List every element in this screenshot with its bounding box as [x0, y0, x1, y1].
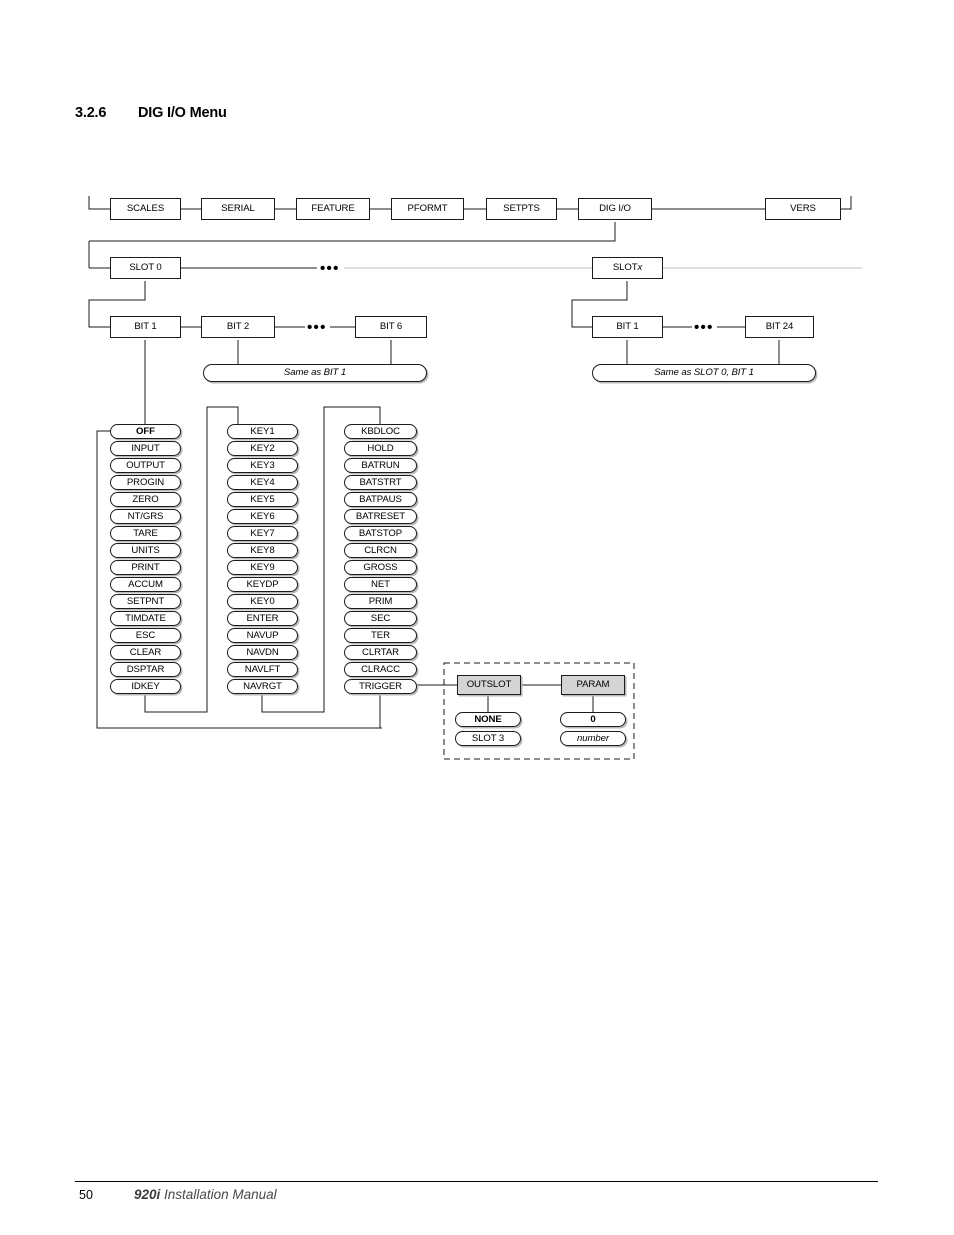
option-col1-4[interactable]: ZERO [110, 492, 181, 507]
option-col2-10[interactable]: KEY0 [227, 594, 298, 609]
option-col1-14[interactable]: DSPTAR [110, 662, 181, 677]
node-outslot[interactable]: OUTSLOT [457, 675, 521, 695]
menu-item-setpts[interactable]: SETPTS [486, 198, 557, 220]
node-bit-6[interactable]: BIT 6 [355, 316, 427, 338]
option-col1-2[interactable]: OUTPUT [110, 458, 181, 473]
menu-item-vers[interactable]: VERS [765, 198, 841, 220]
option-col1-5[interactable]: NT/GRS [110, 509, 181, 524]
option-outslot-1[interactable]: SLOT 3 [455, 731, 521, 746]
option-col2-2[interactable]: KEY3 [227, 458, 298, 473]
option-col1-9[interactable]: ACCUM [110, 577, 181, 592]
slot-row-ellipsis: ••• [320, 260, 340, 277]
note-same-as-bit-1: Same as BIT 1 [203, 364, 427, 382]
option-col1-12[interactable]: ESC [110, 628, 181, 643]
option-col2-11[interactable]: ENTER [227, 611, 298, 626]
footer-manual-title: 920i Installation Manual [134, 1187, 277, 1202]
option-col3-0[interactable]: KBDLOC [344, 424, 417, 439]
node-bit-2[interactable]: BIT 2 [201, 316, 275, 338]
page: 3.2.6 DIG I/O Menu SCALES SERIAL FEATURE… [0, 0, 954, 1235]
option-col1-1[interactable]: INPUT [110, 441, 181, 456]
option-col2-9[interactable]: KEYDP [227, 577, 298, 592]
option-col3-14[interactable]: CLRACC [344, 662, 417, 677]
option-col2-7[interactable]: KEY8 [227, 543, 298, 558]
option-col3-11[interactable]: SEC [344, 611, 417, 626]
option-col1-3[interactable]: PROGIN [110, 475, 181, 490]
option-col3-3[interactable]: BATSTRT [344, 475, 417, 490]
note-same-as-slot-0-bit-1: Same as SLOT 0, BIT 1 [592, 364, 816, 382]
option-col3-1[interactable]: HOLD [344, 441, 417, 456]
option-col3-10[interactable]: PRIM [344, 594, 417, 609]
node-slot-x-prefix: SLOT [612, 262, 638, 274]
footer-manual-label: Installation Manual [164, 1187, 277, 1202]
option-col3-9[interactable]: NET [344, 577, 417, 592]
option-col1-13[interactable]: CLEAR [110, 645, 181, 660]
option-col2-13[interactable]: NAVDN [227, 645, 298, 660]
option-outslot-0[interactable]: NONE [455, 712, 521, 727]
option-col2-12[interactable]: NAVUP [227, 628, 298, 643]
option-col1-0[interactable]: OFF [110, 424, 181, 439]
option-col1-6[interactable]: TARE [110, 526, 181, 541]
menu-item-dig-io[interactable]: DIG I/O [578, 198, 652, 220]
option-col3-2[interactable]: BATRUN [344, 458, 417, 473]
bit-row-left-ellipsis: ••• [307, 319, 327, 336]
option-col3-12[interactable]: TER [344, 628, 417, 643]
option-col1-8[interactable]: PRINT [110, 560, 181, 575]
node-slot-x-index: x [637, 262, 643, 274]
option-param-0[interactable]: 0 [560, 712, 626, 727]
node-bit-1-left[interactable]: BIT 1 [110, 316, 181, 338]
menu-item-serial[interactable]: SERIAL [201, 198, 275, 220]
footer-page-number: 50 [79, 1188, 93, 1202]
node-bit-1-right[interactable]: BIT 1 [592, 316, 663, 338]
node-param[interactable]: PARAM [561, 675, 625, 695]
option-col3-4[interactable]: BATPAUS [344, 492, 417, 507]
option-col2-3[interactable]: KEY4 [227, 475, 298, 490]
footer-product-name: 920i [134, 1187, 161, 1202]
option-col2-0[interactable]: KEY1 [227, 424, 298, 439]
option-col3-13[interactable]: CLRTAR [344, 645, 417, 660]
node-slot-x[interactable]: SLOT x [592, 257, 663, 279]
option-col3-15[interactable]: TRIGGER [344, 679, 417, 694]
option-col1-7[interactable]: UNITS [110, 543, 181, 558]
option-col2-6[interactable]: KEY7 [227, 526, 298, 541]
dig-io-menu-diagram: SCALES SERIAL FEATURE PFORMT SETPTS DIG … [0, 0, 954, 800]
option-col2-5[interactable]: KEY6 [227, 509, 298, 524]
option-col1-10[interactable]: SETPNT [110, 594, 181, 609]
footer-divider [75, 1181, 878, 1182]
option-col1-15[interactable]: IDKEY [110, 679, 181, 694]
option-col3-8[interactable]: GROSS [344, 560, 417, 575]
menu-item-feature[interactable]: FEATURE [296, 198, 370, 220]
option-col2-15[interactable]: NAVRGT [227, 679, 298, 694]
option-col3-6[interactable]: BATSTOP [344, 526, 417, 541]
menu-item-pformt[interactable]: PFORMT [391, 198, 464, 220]
bit-row-right-ellipsis: ••• [694, 319, 714, 336]
option-col2-8[interactable]: KEY9 [227, 560, 298, 575]
menu-item-scales[interactable]: SCALES [110, 198, 181, 220]
option-col3-5[interactable]: BATRESET [344, 509, 417, 524]
option-col1-11[interactable]: TIMDATE [110, 611, 181, 626]
option-col2-14[interactable]: NAVLFT [227, 662, 298, 677]
node-bit-24[interactable]: BIT 24 [745, 316, 814, 338]
node-slot-0[interactable]: SLOT 0 [110, 257, 181, 279]
option-param-1[interactable]: number [560, 731, 626, 746]
option-col2-4[interactable]: KEY5 [227, 492, 298, 507]
option-col3-7[interactable]: CLRCN [344, 543, 417, 558]
option-col2-1[interactable]: KEY2 [227, 441, 298, 456]
